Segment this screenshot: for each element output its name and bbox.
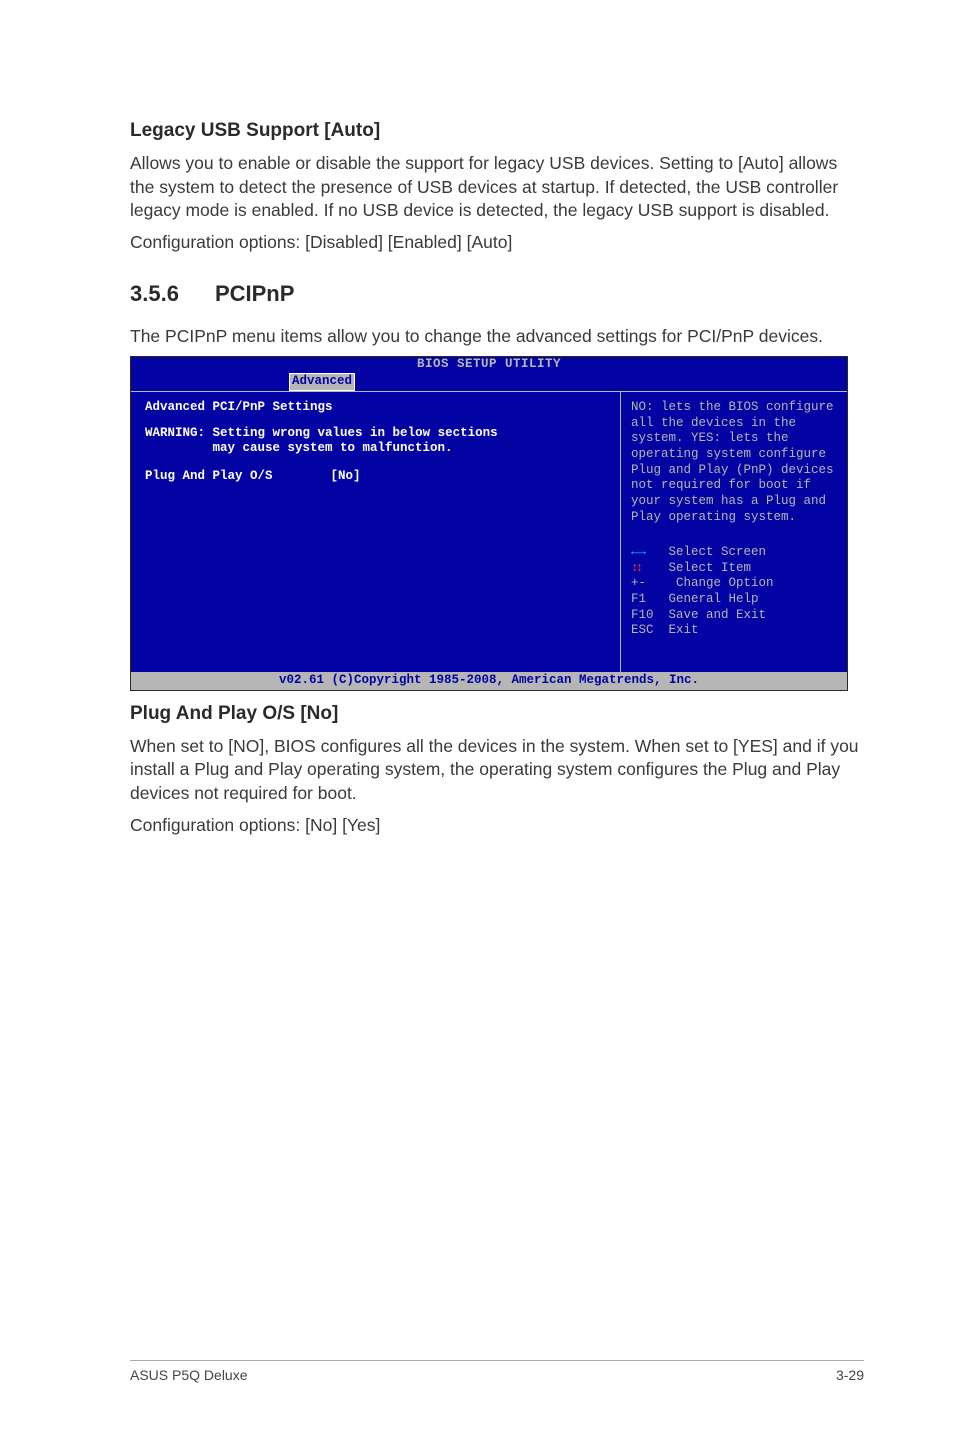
section-number: 3.5.6 <box>130 281 179 307</box>
bios-setup-screenshot: BIOS SETUP UTILITY Advanced Advanced PCI… <box>130 356 848 691</box>
bios-warning-line2: may cause system to malfunction. <box>145 441 606 457</box>
pcipnp-description: The PCIPnP menu items allow you to chang… <box>130 325 864 349</box>
legacy-usb-description: Allows you to enable or disable the supp… <box>130 152 864 223</box>
bios-help-text: NO: lets the BIOS configure all the devi… <box>631 400 837 525</box>
plug-and-play-description: When set to [NO], BIOS configures all th… <box>130 735 864 806</box>
arrows-up-down-icon <box>631 561 661 577</box>
bios-right-panel: NO: lets the BIOS configure all the devi… <box>621 392 847 672</box>
arrows-left-right-icon <box>631 545 661 561</box>
plug-and-play-heading: Plug And Play O/S [No] <box>130 703 864 725</box>
bios-key-legend: Select Screen Select Item +- Change Opti… <box>631 545 837 639</box>
bios-key-select-screen: Select Screen <box>631 545 837 561</box>
footer-product-name: ASUS P5Q Deluxe <box>130 1367 248 1383</box>
bios-key-save-exit: F10 Save and Exit <box>631 608 837 624</box>
pcipnp-section-heading: 3.5.6 PCIPnP <box>130 281 864 307</box>
bios-utility-title: BIOS SETUP UTILITY <box>131 357 847 373</box>
bios-setting-label: Plug And Play O/S <box>145 469 273 483</box>
bios-body: Advanced PCI/PnP Settings WARNING: Setti… <box>131 391 847 672</box>
bios-setting-value[interactable]: [No] <box>331 469 361 485</box>
section-title: PCIPnP <box>215 281 294 306</box>
legacy-usb-config-options: Configuration options: [Disabled] [Enabl… <box>130 231 864 255</box>
bios-key-select-item: Select Item <box>631 561 837 577</box>
bios-copyright-footer: v02.61 (C)Copyright 1985-2008, American … <box>131 672 847 690</box>
page-footer: ASUS P5Q Deluxe 3-29 <box>130 1360 864 1383</box>
bios-key-exit: ESC Exit <box>631 623 837 639</box>
bios-warning-line1: WARNING: Setting wrong values in below s… <box>145 426 606 442</box>
bios-tab-advanced[interactable]: Advanced <box>289 373 355 391</box>
footer-page-number: 3-29 <box>836 1367 864 1383</box>
legacy-usb-heading: Legacy USB Support [Auto] <box>130 120 864 142</box>
plug-and-play-config-options: Configuration options: [No] [Yes] <box>130 814 864 838</box>
bios-header: BIOS SETUP UTILITY Advanced <box>131 357 847 391</box>
bios-key-general-help: F1 General Help <box>631 592 837 608</box>
bios-setting-plug-and-play[interactable]: Plug And Play O/S [No] <box>145 469 606 485</box>
bios-left-panel: Advanced PCI/PnP Settings WARNING: Setti… <box>131 392 621 672</box>
bios-panel-heading: Advanced PCI/PnP Settings <box>145 400 606 416</box>
bios-key-change-option: +- Change Option <box>631 576 837 592</box>
